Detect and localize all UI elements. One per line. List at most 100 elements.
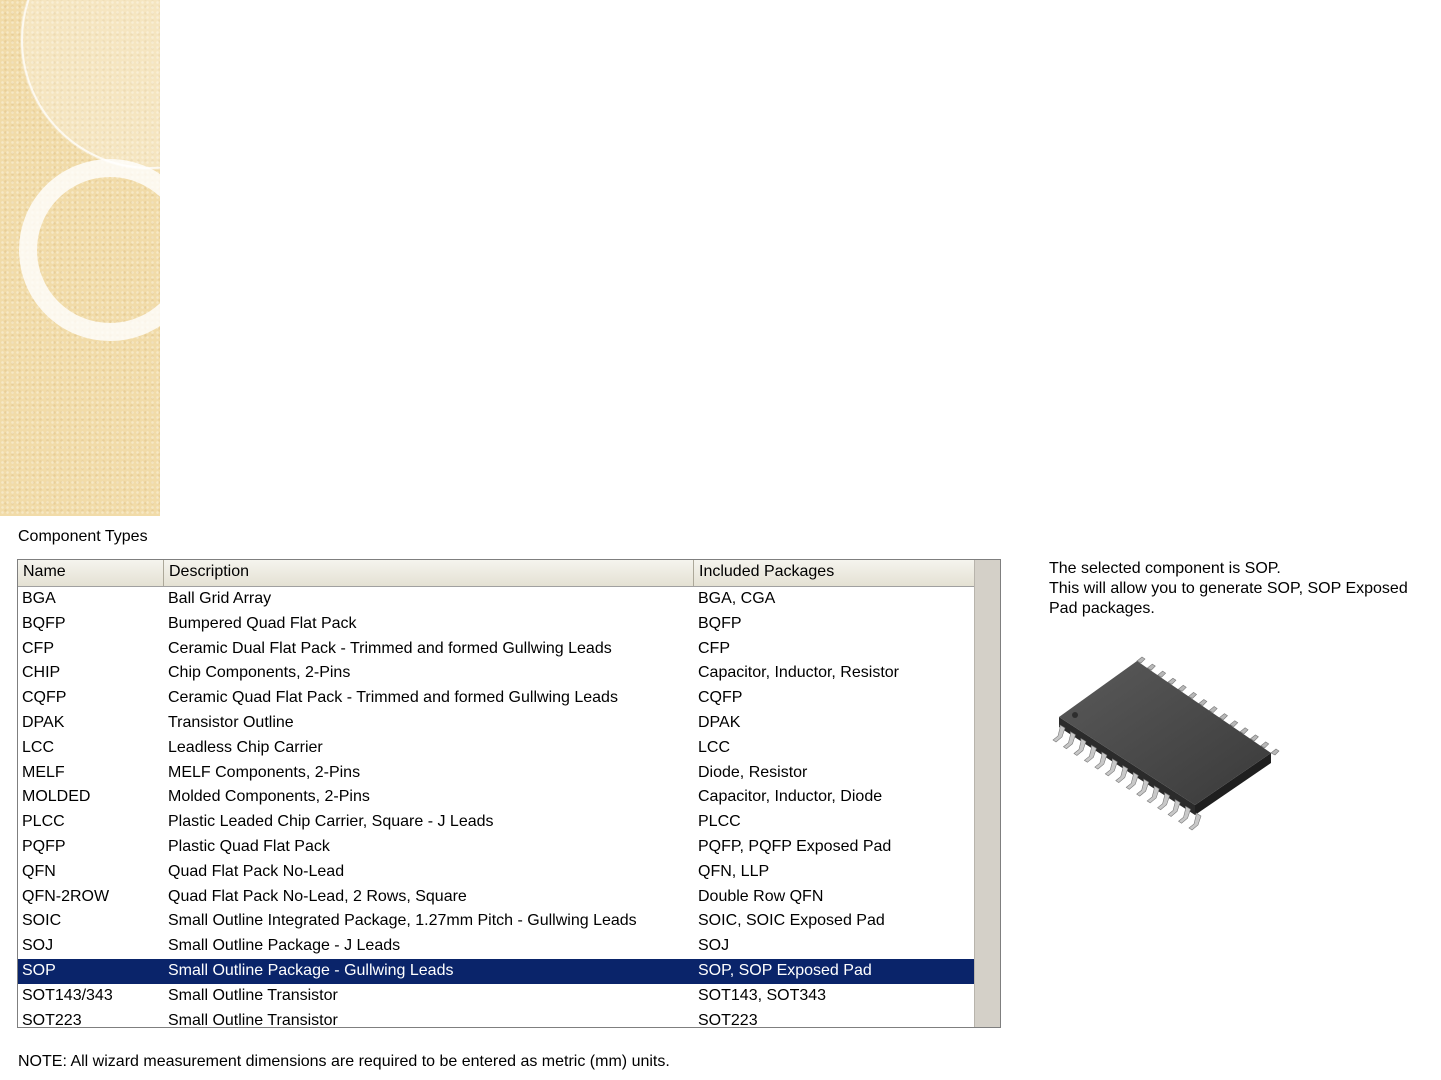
chip-pin bbox=[1125, 771, 1139, 790]
selection-info-line1: The selected component is SOP. bbox=[1049, 560, 1281, 577]
table-row[interactable]: PQFP Plastic Quad Flat Pack PQFP, PQFP Exp… bbox=[18, 835, 976, 860]
column-header-name[interactable]: Name bbox=[18, 560, 164, 586]
column-header-included-packages[interactable]: Included Packages bbox=[694, 560, 976, 586]
cell-description: Plastic Quad Flat Pack bbox=[168, 837, 330, 855]
cell-name: LCC bbox=[22, 738, 55, 756]
table-row[interactable]: SOJ Small Outline Package - J Leads SOJ bbox=[18, 934, 976, 959]
cell-included-packages: SOJ bbox=[698, 937, 730, 955]
table-row[interactable]: LCC Leadless Chip Carrier LCC bbox=[18, 736, 976, 761]
cell-included-packages: SOP, SOP Exposed Pad bbox=[698, 961, 872, 979]
table-row[interactable]: BQFP Bumpered Quad Flat Pack BQFP bbox=[18, 612, 976, 637]
cell-description: Bumpered Quad Flat Pack bbox=[168, 614, 357, 632]
vertical-scrollbar[interactable] bbox=[974, 560, 1000, 1027]
table-row[interactable]: SOP Small Outline Package - Gullwing Lead… bbox=[18, 958, 976, 984]
cell-included-packages: BQFP bbox=[698, 614, 742, 632]
cell-description: Small Outline Transistor bbox=[168, 986, 338, 1004]
cell-description: Small Outline Transistor bbox=[168, 1011, 338, 1028]
units-note: NOTE: All wizard measurement dimensions … bbox=[18, 1053, 670, 1070]
cell-included-packages: PQFP, PQFP Exposed Pad bbox=[698, 837, 892, 855]
cell-description: Ball Grid Array bbox=[168, 590, 272, 607]
sop-chip-image bbox=[1045, 655, 1280, 845]
cell-name: SOIC bbox=[22, 912, 62, 930]
table-row[interactable]: MELF MELF Components, 2-Pins Diode, Resist… bbox=[18, 761, 976, 786]
table-row[interactable]: SOT143/343 Small Outline Transistor SOT143… bbox=[18, 984, 976, 1009]
cell-name: BGA bbox=[22, 590, 56, 607]
cell-included-packages: SOT223 bbox=[698, 1011, 758, 1028]
cell-included-packages: Double Row QFN bbox=[698, 887, 824, 905]
cell-name: PQFP bbox=[22, 837, 66, 855]
cell-description: Molded Components, 2-Pins bbox=[168, 788, 370, 806]
cell-description: Chip Components, 2-Pins bbox=[168, 664, 351, 682]
cell-description: Quad Flat Pack No-Lead, 2 Rows, Square bbox=[168, 887, 467, 905]
cell-description: Small Outline Package - J Leads bbox=[168, 937, 401, 955]
cell-description: Leadless Chip Carrier bbox=[168, 738, 323, 756]
chip-pin bbox=[1115, 765, 1129, 783]
chip-pin bbox=[1188, 812, 1202, 831]
cell-name: PLCC bbox=[22, 813, 65, 831]
table-row[interactable]: DPAK Transistor Outline DPAK bbox=[18, 711, 976, 736]
cell-name: SOP bbox=[22, 961, 56, 979]
cell-included-packages: DPAK bbox=[698, 713, 741, 731]
cell-name: MELF bbox=[22, 763, 65, 781]
cell-name: MOLDED bbox=[22, 788, 91, 806]
cell-description: Quad Flat Pack No-Lead bbox=[168, 862, 345, 880]
cell-name: CFP bbox=[22, 639, 54, 657]
chip-pin bbox=[1167, 798, 1181, 817]
cell-included-packages: SOT143, SOT343 bbox=[698, 986, 827, 1004]
chip-pin bbox=[1052, 724, 1066, 743]
cell-name: QFN-2ROW bbox=[22, 887, 110, 905]
cell-included-packages: LCC bbox=[698, 738, 731, 756]
cell-description: Small Outline Package - Gullwing Leads bbox=[168, 961, 454, 979]
table-row[interactable]: MOLDED Molded Components, 2-Pins Capacitor… bbox=[18, 785, 976, 810]
cell-description: Ceramic Dual Flat Pack - Trimmed and for… bbox=[168, 639, 612, 657]
cell-description: Plastic Leaded Chip Carrier, Square - J … bbox=[168, 813, 494, 831]
cell-description: Transistor Outline bbox=[168, 713, 294, 731]
chip-pin bbox=[1083, 744, 1097, 763]
cell-included-packages: CFP bbox=[698, 639, 730, 657]
selection-info-line2: This will allow you to generate SOP, SOP… bbox=[1049, 580, 1408, 617]
table-row[interactable]: SOT223 Small Outline Transistor SOT223 bbox=[18, 1009, 976, 1028]
component-types-table[interactable]: Name Description Included Packages BGA Ba… bbox=[17, 559, 1001, 1028]
table-row[interactable]: SOIC Small Outline Integrated Package, 1.… bbox=[18, 909, 976, 934]
table-row[interactable]: PLCC Plastic Leaded Chip Carrier, Square … bbox=[18, 810, 976, 835]
cell-name: DPAK bbox=[22, 713, 65, 731]
cell-description: MELF Components, 2-Pins bbox=[168, 763, 361, 781]
cell-included-packages: SOIC, SOIC Exposed Pad bbox=[698, 912, 885, 930]
table-row[interactable]: CQFP Ceramic Quad Flat Pack - Trimmed and… bbox=[18, 686, 976, 711]
table-body: BGA Ball Grid Array BGA, CGA BQFP Bumpered Q… bbox=[18, 587, 976, 1028]
decorative-circles bbox=[19, 0, 160, 341]
cell-description: Small Outline Integrated Package, 1.27mm… bbox=[168, 912, 637, 930]
cell-included-packages: Capacitor, Inductor, Resistor bbox=[698, 664, 899, 682]
table-row[interactable]: BGA Ball Grid Array BGA, CGA bbox=[18, 587, 976, 612]
cell-name: SOT223 bbox=[22, 1011, 82, 1028]
cell-name: SOT143/343 bbox=[22, 986, 113, 1004]
cell-included-packages: QFN, LLP bbox=[698, 862, 770, 880]
section-label: Component Types bbox=[18, 528, 148, 545]
table-row[interactable]: CFP Ceramic Dual Flat Pack - Trimmed and … bbox=[18, 637, 976, 662]
table-row[interactable]: CHIP Chip Components, 2-Pins Capacitor, In… bbox=[18, 661, 976, 686]
cell-name: QFN bbox=[22, 862, 56, 880]
cell-name: CQFP bbox=[22, 689, 67, 707]
column-header-description[interactable]: Description bbox=[164, 560, 694, 586]
table-row[interactable]: QFN Quad Flat Pack No-Lead QFN, LLP bbox=[18, 860, 976, 885]
chip-pin bbox=[1094, 751, 1108, 770]
cell-included-packages: CQFP bbox=[698, 689, 743, 707]
cell-name: BQFP bbox=[22, 614, 66, 632]
decorative-pattern-panel bbox=[0, 0, 160, 516]
cell-included-packages: Capacitor, Inductor, Diode bbox=[698, 788, 883, 806]
table-header: Name Description Included Packages bbox=[18, 560, 976, 587]
table-row[interactable]: QFN-2ROW Quad Flat Pack No-Lead, 2 Rows, … bbox=[18, 885, 976, 910]
chip-pin bbox=[1146, 785, 1160, 804]
cell-included-packages: PLCC bbox=[698, 813, 741, 831]
selection-info: The selected component is SOP. This will… bbox=[1049, 559, 1434, 619]
chip-pin bbox=[1073, 738, 1087, 756]
cell-name: SOJ bbox=[22, 937, 54, 955]
cell-name: CHIP bbox=[22, 664, 61, 682]
chip-pin bbox=[1270, 748, 1280, 756]
chip-pin bbox=[1062, 731, 1076, 750]
chip-pin bbox=[1157, 792, 1170, 811]
chip-pin bbox=[1178, 805, 1191, 824]
cell-included-packages: Diode, Resistor bbox=[698, 763, 808, 781]
chip-pin bbox=[1104, 758, 1118, 777]
cell-description: Ceramic Quad Flat Pack - Trimmed and for… bbox=[168, 689, 618, 707]
